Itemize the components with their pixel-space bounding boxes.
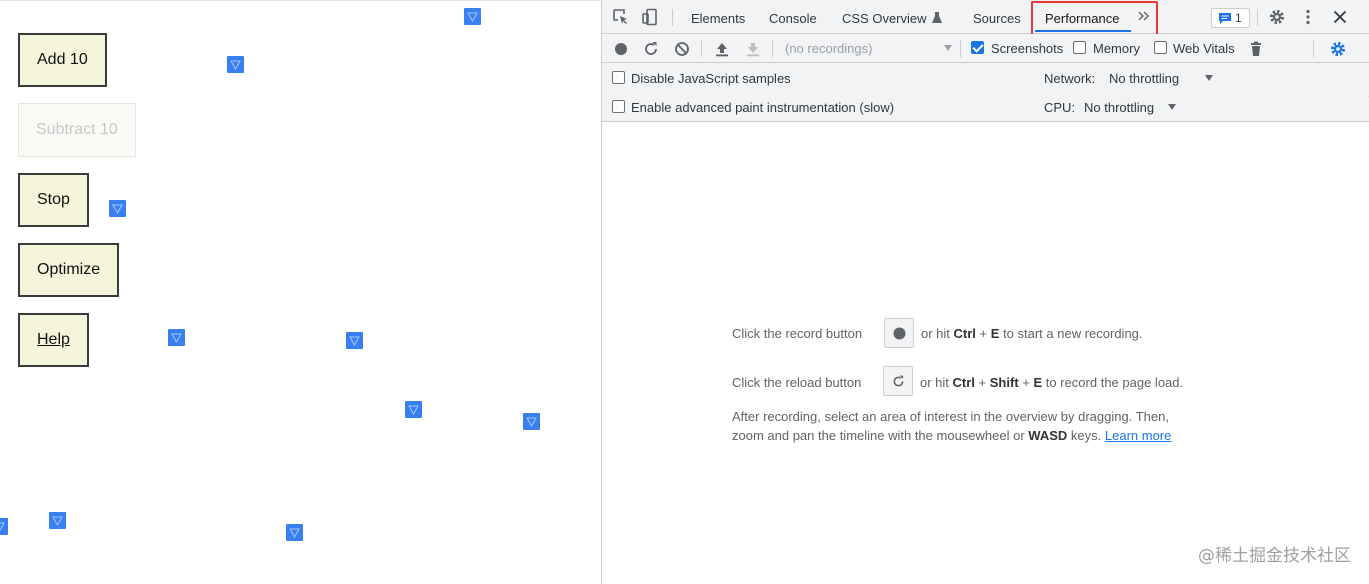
capture-settings-pane: Disable JavaScript samples Enable advanc…: [602, 63, 1369, 122]
shortcut-key: E: [1033, 375, 1043, 390]
moving-square-icon: [464, 8, 481, 25]
cpu-label: CPU:: [1044, 100, 1076, 115]
moving-square-icon: [168, 329, 185, 346]
help-button[interactable]: Help: [18, 313, 89, 367]
message-icon: [1219, 13, 1231, 24]
recordings-select[interactable]: (no recordings): [785, 41, 872, 56]
optimize-button[interactable]: Optimize: [18, 243, 120, 297]
moving-square-icon: [109, 200, 126, 217]
settings-gear-icon[interactable]: [1268, 8, 1286, 26]
disable-js-samples-label: Disable JavaScript samples: [631, 71, 791, 86]
record-text-end: to start a new recording.: [1003, 326, 1143, 341]
record-icon: [893, 327, 906, 340]
memory-label: Memory: [1093, 41, 1140, 56]
toolbar-divider: [1257, 9, 1258, 26]
after-text: zoom and pan the timeline with the mouse…: [732, 428, 1025, 443]
plus-sign: +: [979, 326, 988, 341]
toolbar-divider: [1313, 40, 1314, 57]
memory-checkbox[interactable]: [1073, 41, 1086, 54]
help-button-label: Help: [37, 331, 70, 348]
record-text: Click the record button: [732, 326, 863, 341]
record-icon[interactable]: [612, 40, 630, 58]
screen: Add 10 Subtract 10 Stop Optimize Help El…: [0, 0, 1369, 584]
moving-square-icon: [286, 524, 303, 541]
toolbar-divider: [701, 40, 702, 57]
reload-icon: [893, 375, 904, 387]
network-throttling-select[interactable]: No throttling: [1109, 71, 1179, 86]
more-options-icon[interactable]: [1299, 8, 1317, 26]
learn-more-link[interactable]: Learn more: [1105, 428, 1171, 443]
reload-icon[interactable]: [642, 40, 660, 58]
record-instructions: Click the record button: [732, 326, 862, 341]
advanced-paint-label: Enable advanced paint instrumentation (s…: [631, 100, 895, 115]
moving-square-icon: [523, 413, 540, 430]
watermark: @稀土掘金技术社区: [1198, 546, 1351, 566]
plus-sign: +: [978, 375, 987, 390]
moving-square-icon: [405, 401, 422, 418]
moving-square-icon: [49, 512, 66, 529]
cpu-dropdown-icon: [1168, 104, 1176, 110]
network-label: Network:: [1044, 71, 1096, 86]
screenshots-checkbox[interactable]: [971, 41, 984, 54]
reload-text: Click the reload button: [732, 375, 862, 390]
toolbar-divider: [672, 9, 673, 26]
issues-count: 1: [1235, 11, 1242, 25]
after-recording-line-2: zoom and pan the timeline with the mouse…: [732, 428, 1171, 443]
wasd-key: WASD: [1028, 428, 1068, 443]
network-dropdown-icon: [1205, 75, 1213, 81]
plus-sign: +: [1022, 375, 1030, 390]
experiment-flask-icon: [932, 12, 943, 23]
close-icon[interactable]: [1331, 8, 1349, 26]
record-button[interactable]: [884, 318, 914, 348]
tab-css-overview[interactable]: CSS Overview: [842, 0, 943, 33]
web-vitals-checkbox[interactable]: [1154, 41, 1167, 54]
shortcut-key: E: [990, 326, 1000, 341]
performance-toolbar: (no recordings) Screenshots Memory Web V…: [602, 34, 1369, 63]
after-recording-line-1: After recording, select an area of inter…: [732, 409, 1169, 424]
shortcut-key: Ctrl: [952, 375, 975, 390]
reload-text-or: or hit: [920, 375, 949, 390]
cpu-throttling-select[interactable]: No throttling: [1084, 100, 1154, 115]
record-text-or: or hit: [921, 326, 950, 341]
disable-js-samples-checkbox[interactable]: [612, 71, 625, 84]
inspect-element-icon[interactable]: [612, 8, 630, 26]
toolbar-divider: [772, 40, 773, 57]
shortcut-key: Ctrl: [953, 326, 976, 341]
recordings-dropdown-icon: [944, 45, 952, 51]
devtools-tab-bar: Elements Console CSS Overview Sources Pe…: [602, 0, 1369, 42]
demo-page: Add 10 Subtract 10 Stop Optimize Help: [0, 0, 601, 584]
capture-settings-gear-icon[interactable]: [1329, 40, 1347, 58]
toolbar-divider: [960, 40, 961, 57]
collect-garbage-icon[interactable]: [1247, 40, 1265, 58]
tab-console[interactable]: Console: [769, 0, 817, 33]
reload-button[interactable]: [883, 366, 913, 396]
tab-sources[interactable]: Sources: [973, 0, 1021, 33]
device-toolbar-icon[interactable]: [641, 8, 659, 26]
record-shortcut: or hit Ctrl + E to start a new recording…: [921, 326, 1143, 341]
load-profile-icon[interactable]: [713, 40, 731, 58]
moving-square-icon: [346, 332, 363, 349]
stop-button[interactable]: Stop: [18, 173, 89, 227]
moving-square-icon: [0, 518, 8, 535]
advanced-paint-checkbox[interactable]: [612, 100, 625, 113]
add-10-button[interactable]: Add 10: [18, 33, 107, 87]
issues-badge[interactable]: 1: [1211, 8, 1250, 28]
save-profile-icon[interactable]: [744, 40, 762, 58]
after-text-end: keys.: [1070, 428, 1102, 443]
subtract-10-button[interactable]: Subtract 10: [18, 103, 136, 157]
clear-icon[interactable]: [673, 40, 691, 58]
reload-instructions: Click the reload button: [732, 375, 861, 390]
devtools-panel: Elements Console CSS Overview Sources Pe…: [601, 0, 1369, 584]
tab-elements[interactable]: Elements: [691, 0, 745, 33]
reload-text-end: to record the page load.: [1045, 375, 1184, 390]
shortcut-key: Shift: [989, 375, 1019, 390]
tab-css-overview-label: CSS Overview: [842, 11, 927, 26]
web-vitals-label: Web Vitals: [1173, 41, 1235, 56]
screenshots-label: Screenshots: [991, 41, 1064, 56]
moving-square-icon: [227, 56, 244, 73]
reload-shortcut: or hit Ctrl + Shift + E to record the pa…: [920, 375, 1183, 390]
